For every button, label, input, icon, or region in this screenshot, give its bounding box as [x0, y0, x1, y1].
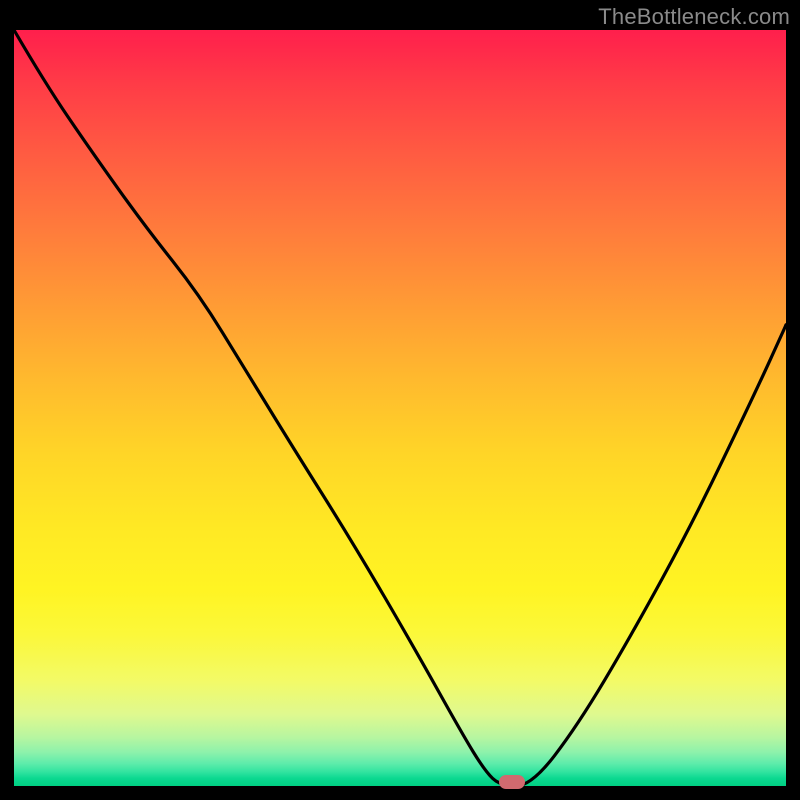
bottleneck-curve [14, 30, 786, 786]
plot-area [14, 30, 786, 786]
optimum-marker [499, 775, 525, 789]
watermark-text: TheBottleneck.com [598, 4, 790, 30]
chart-frame: TheBottleneck.com [0, 0, 800, 800]
